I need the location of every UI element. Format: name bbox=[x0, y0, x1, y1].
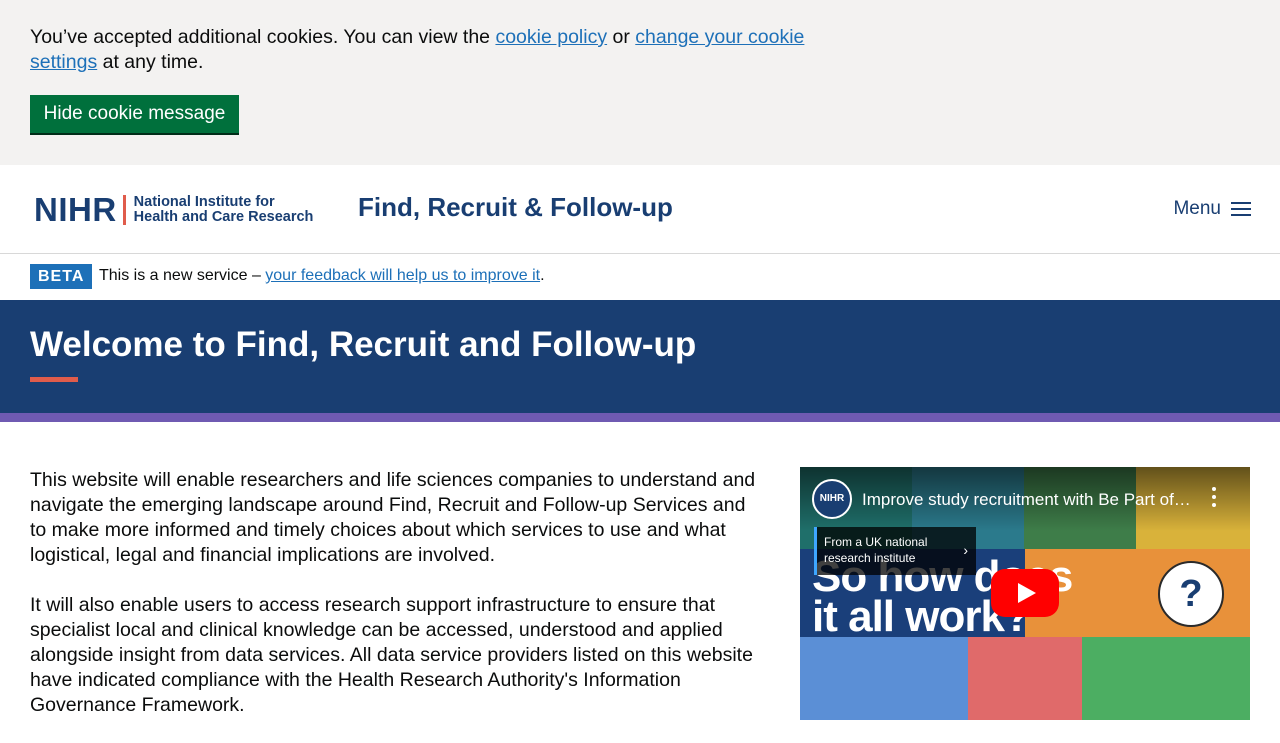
intro-content: This website will enable researchers and… bbox=[30, 468, 760, 743]
hero-stripe bbox=[0, 413, 1280, 422]
logo-divider bbox=[122, 195, 126, 225]
channel-avatar[interactable]: NIHR bbox=[812, 479, 852, 519]
title-accent-bar bbox=[30, 377, 78, 382]
hero-banner: Welcome to Find, Recruit and Follow-up bbox=[0, 300, 1280, 413]
chevron-right-icon: › bbox=[963, 542, 968, 558]
service-name-link[interactable]: Find, Recruit & Follow-up bbox=[358, 191, 673, 223]
video-title-link[interactable]: Improve study recruitment with Be Part o… bbox=[862, 489, 1192, 511]
info-panel[interactable]: From a UK national research institute › bbox=[814, 527, 976, 575]
cookie-text-after: at any time. bbox=[97, 51, 204, 73]
beta-message: This is a new service – your feedback wi… bbox=[99, 266, 545, 286]
video-tile bbox=[968, 637, 1082, 720]
page-title: Welcome to Find, Recruit and Follow-up bbox=[30, 325, 697, 364]
beta-tag: BETA bbox=[30, 264, 93, 289]
cookie-policy-link[interactable]: cookie policy bbox=[495, 26, 607, 48]
cookie-message: You’ve accepted additional cookies. You … bbox=[30, 25, 810, 75]
video-tile bbox=[800, 637, 968, 720]
question-bubble: ? bbox=[1158, 561, 1224, 627]
feedback-link[interactable]: your feedback will help us to improve it bbox=[265, 267, 540, 284]
youtube-video-embed[interactable]: So how does it all work? ? NIHR Improve … bbox=[800, 467, 1250, 720]
beta-text-after: . bbox=[540, 267, 545, 284]
intro-paragraph-2: It will also enable users to access rese… bbox=[30, 594, 753, 716]
play-icon[interactable] bbox=[991, 569, 1059, 617]
site-header: NIHR National Institute for Health and C… bbox=[0, 165, 1280, 254]
hamburger-icon bbox=[1231, 202, 1251, 216]
video-tile bbox=[1082, 637, 1250, 720]
intro-paragraph-1: This website will enable researchers and… bbox=[30, 469, 756, 566]
menu-button[interactable]: Menu bbox=[1173, 198, 1251, 220]
beta-text-before: This is a new service – bbox=[99, 267, 266, 284]
beta-banner: BETA This is a new service – your feedba… bbox=[0, 254, 1280, 300]
logo-line-1: National Institute for bbox=[133, 193, 275, 210]
info-panel-text: From a UK national research institute bbox=[824, 535, 928, 565]
logo-line-2: Health and Care Research bbox=[133, 209, 314, 225]
menu-label: Menu bbox=[1173, 198, 1221, 219]
logo-subtitle: National Institute for Health and Care R… bbox=[133, 193, 314, 226]
cookie-text-or: or bbox=[607, 26, 636, 48]
more-icon[interactable] bbox=[1208, 487, 1220, 513]
hide-cookie-message-button[interactable]: Hide cookie message bbox=[30, 95, 239, 135]
logo-mark: NIHR bbox=[34, 191, 117, 228]
cookie-text-before: You’ve accepted additional cookies. You … bbox=[30, 26, 496, 48]
cookie-banner: You’ve accepted additional cookies. You … bbox=[0, 0, 1280, 165]
nihr-logo[interactable]: NIHR National Institute for Health and C… bbox=[34, 193, 313, 227]
